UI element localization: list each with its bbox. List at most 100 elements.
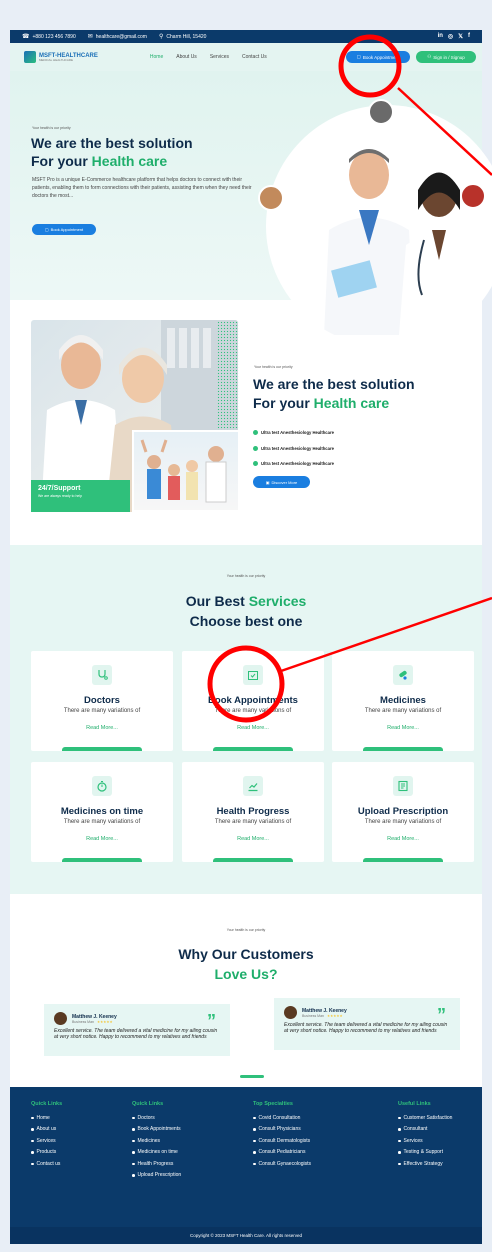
services-title: Our Best Services Choose best one bbox=[185, 593, 307, 629]
brand-tagline: MEDICAL HEALTHCARE bbox=[39, 57, 74, 62]
testimonial-card: Matthew J. Keeney Business Man ★★★★★ ” Exc… bbox=[274, 998, 460, 1050]
services-section: Your health is our priority Our Best Ser… bbox=[10, 545, 482, 894]
footer-link[interactable]: Health Progress bbox=[132, 1158, 181, 1170]
site-footer: Quick Links Home About us Services Produ… bbox=[10, 1087, 482, 1227]
brand-logo[interactable]: MSFT-HEALTHCARE MEDICAL HEALTHCARE bbox=[24, 51, 98, 63]
service-card-upload-prescription[interactable]: Upload Prescription There are many varia… bbox=[332, 762, 474, 862]
nav-about[interactable]: About Us bbox=[176, 54, 197, 60]
footer-link[interactable]: Medicines on time bbox=[132, 1147, 181, 1159]
support-title: 24/7/Support bbox=[38, 485, 81, 492]
nav-home[interactable]: Home bbox=[150, 54, 163, 60]
service-card-book-appointments[interactable]: Book Appointments There are many variati… bbox=[182, 651, 324, 751]
footer-link[interactable]: Medicines bbox=[132, 1135, 181, 1147]
instagram-icon[interactable]: ◎ bbox=[448, 33, 453, 40]
about-feature-list: Ultra test Anesthesiology Healthcare Ult… bbox=[253, 425, 334, 472]
footer-link[interactable]: Upload Prescription bbox=[132, 1170, 182, 1182]
read-more-link[interactable]: Read More... bbox=[332, 725, 474, 731]
calendar-check-icon bbox=[243, 665, 263, 685]
footer-link[interactable]: Contact us bbox=[31, 1158, 62, 1170]
phone-icon: ☎ bbox=[22, 34, 30, 40]
chart-line-icon bbox=[243, 776, 263, 796]
hero-book-button[interactable]: ▢ Book Appointment bbox=[32, 224, 96, 235]
quote-icon: ” bbox=[207, 1011, 216, 1031]
read-more-link[interactable]: Read More... bbox=[31, 725, 173, 731]
phone-contact[interactable]: ☎ +880 123 456 7890 bbox=[22, 33, 76, 41]
testimonial-text: Excellent service. The team delivered a … bbox=[284, 1022, 448, 1034]
logo-mark-icon bbox=[24, 51, 36, 63]
footer-link[interactable]: Covid Consultation bbox=[253, 1112, 311, 1124]
list-item: Ultra test Anesthesiology Healthcare bbox=[253, 441, 334, 457]
doctors-illustration bbox=[324, 149, 479, 335]
main-nav: MSFT-HEALTHCARE MEDICAL HEALTHCARE Home A… bbox=[10, 43, 482, 71]
footer-link[interactable]: Consult Gynaecologists bbox=[253, 1158, 312, 1170]
footer-column: Useful Links Customer Satisfaction Consu… bbox=[398, 1101, 452, 1170]
footer-link[interactable]: Consult Physicians bbox=[253, 1124, 311, 1136]
service-card-health-progress[interactable]: Health Progress There are many variation… bbox=[182, 762, 324, 862]
read-more-link[interactable]: Read More... bbox=[332, 836, 474, 842]
carousel-indicator[interactable] bbox=[240, 1075, 264, 1078]
hero-title: We are the best solution For your Health … bbox=[31, 135, 193, 169]
avatar bbox=[54, 1012, 67, 1025]
footer-link[interactable]: Services bbox=[31, 1135, 62, 1147]
linkedin-icon[interactable]: in bbox=[438, 33, 443, 40]
lock-icon: ▣ bbox=[265, 479, 270, 485]
hero-avatar-left bbox=[258, 185, 284, 211]
footer-link[interactable]: Consultant bbox=[398, 1124, 452, 1136]
services-eyebrow: Your health is our priority bbox=[226, 574, 266, 578]
footer-link[interactable]: Doctors bbox=[132, 1112, 181, 1124]
support-subtitle: We are always ready to help bbox=[38, 494, 83, 498]
footer-link[interactable]: Book Appointments bbox=[132, 1124, 181, 1136]
stopwatch-icon bbox=[92, 776, 112, 796]
contact-bar: ☎ +880 123 456 7890 ✉ healthcare@gmail.com… bbox=[10, 30, 482, 43]
testimonials-eyebrow: Your health is our priority bbox=[226, 928, 266, 932]
avatar bbox=[284, 1006, 297, 1019]
check-icon bbox=[253, 430, 258, 436]
nav-menu: Home About Us Services Contact Us bbox=[150, 54, 267, 60]
read-more-link[interactable]: Read More... bbox=[182, 836, 324, 842]
stethoscope-icon bbox=[92, 665, 112, 685]
hero-doctors-image bbox=[266, 105, 492, 347]
location-pin-icon: ⚲ bbox=[158, 34, 164, 40]
rating-stars-icon: ★★★★★ bbox=[96, 1019, 113, 1024]
service-card-medicines[interactable]: Medicines There are many variations of R… bbox=[332, 651, 474, 751]
twitter-icon[interactable]: 𝕏 bbox=[458, 33, 463, 40]
read-more-link[interactable]: Read More... bbox=[31, 836, 173, 842]
calendar-icon: ▢ bbox=[44, 227, 49, 232]
service-card-doctors[interactable]: Doctors There are many variations of Rea… bbox=[31, 651, 173, 751]
support-badge: 24/7/Support We are always ready to help bbox=[31, 480, 130, 512]
book-appointment-button[interactable]: ▢ Book Appointment bbox=[346, 51, 410, 63]
footer-link[interactable]: Effective Strategy bbox=[398, 1158, 452, 1170]
calendar-icon: ▢ bbox=[356, 54, 361, 59]
list-item: Ultra test Anesthesiology Healthcare bbox=[253, 425, 334, 441]
footer-link[interactable]: Services bbox=[398, 1135, 452, 1147]
rating-stars-icon: ★★★★★ bbox=[326, 1013, 343, 1018]
footer-link[interactable]: Testing & Support bbox=[398, 1147, 452, 1159]
footer-link[interactable]: Home bbox=[31, 1112, 62, 1124]
email-contact[interactable]: ✉ healthcare@gmail.com bbox=[87, 33, 147, 41]
hero-description: MSFT Pro is a unique E-Commerce healthca… bbox=[32, 177, 252, 199]
footer-column-title: Quick Links bbox=[132, 1101, 164, 1107]
footer-column: Top Specialties Covid Consultation Consu… bbox=[253, 1101, 311, 1170]
location-contact: ⚲ Charm Hill, 15420 bbox=[158, 33, 207, 41]
footer-link[interactable]: About us bbox=[31, 1124, 62, 1136]
decor-dots bbox=[217, 321, 239, 431]
footer-link[interactable]: Consult Pediatricians bbox=[253, 1147, 311, 1159]
footer-column: Quick Links Doctors Book Appointments Me… bbox=[132, 1101, 181, 1181]
mail-icon: ✉ bbox=[87, 34, 93, 40]
footer-link[interactable]: Customer Satisfaction bbox=[398, 1112, 453, 1124]
quote-icon: ” bbox=[437, 1005, 446, 1025]
hero-avatar-right bbox=[460, 183, 486, 209]
nav-services[interactable]: Services bbox=[210, 54, 229, 60]
user-icon: ⚇ bbox=[427, 54, 432, 59]
footer-column-title: Useful Links bbox=[398, 1101, 431, 1107]
service-card-medicines-on-time[interactable]: Medicines on time There are many variati… bbox=[31, 762, 173, 862]
read-more-link[interactable]: Read More... bbox=[182, 725, 324, 731]
facebook-icon[interactable]: f bbox=[468, 33, 470, 40]
check-icon bbox=[253, 461, 258, 467]
footer-link[interactable]: Products bbox=[31, 1147, 62, 1159]
nav-contact[interactable]: Contact Us bbox=[242, 54, 267, 60]
prescription-icon bbox=[393, 776, 413, 796]
signin-button[interactable]: ⚇ Sign in / Signup bbox=[416, 51, 476, 63]
discover-more-button[interactable]: ▣ Discover More bbox=[253, 476, 310, 488]
footer-link[interactable]: Consult Dermatologists bbox=[253, 1135, 311, 1147]
